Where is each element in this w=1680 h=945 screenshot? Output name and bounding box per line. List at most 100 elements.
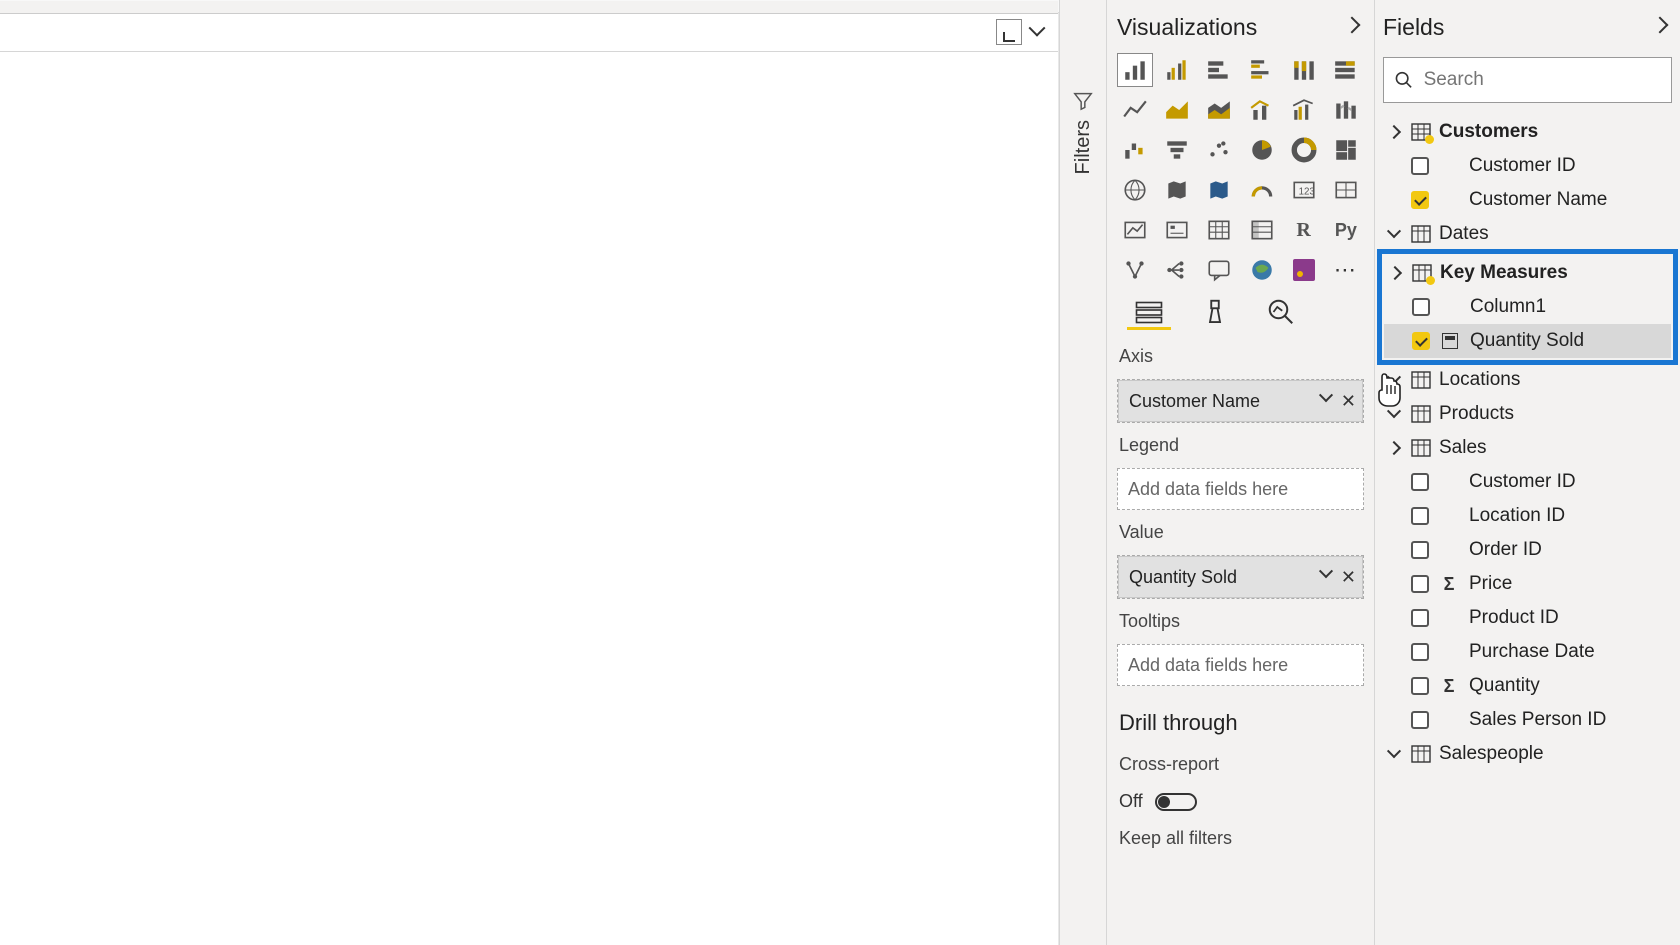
fields-tree: Customers Customer ID Customer Name Date… [1383,115,1672,771]
viz-gauge-icon[interactable] [1244,173,1280,207]
fields-tab-icon[interactable] [1127,299,1171,330]
table-customers[interactable]: Customers [1383,115,1672,149]
viz-filled-map-icon[interactable] [1159,173,1195,207]
field-sales-purchasedate[interactable]: Purchase Date [1383,635,1672,669]
viz-line-stacked-icon[interactable] [1244,93,1280,127]
checkbox-icon[interactable] [1411,677,1429,695]
viz-kpi-icon[interactable] [1117,213,1153,247]
viz-donut-icon[interactable] [1286,133,1322,167]
viz-100-stacked-bar-icon[interactable] [1286,53,1322,87]
table-locations[interactable]: Locations [1383,363,1672,397]
viz-ribbon-icon[interactable] [1328,93,1364,127]
viz-line-icon[interactable] [1117,93,1153,127]
checkbox-icon[interactable] [1411,711,1429,729]
field-sales-price[interactable]: ΣPrice [1383,567,1672,601]
table-products[interactable]: Products [1383,397,1672,431]
remove-field-icon[interactable]: ✕ [1341,391,1356,412]
axis-dropzone[interactable]: Customer Name ✕ [1117,379,1364,423]
filters-pane-collapsed[interactable]: Filters [1059,0,1107,945]
viz-map-icon[interactable] [1117,173,1153,207]
viz-python-icon[interactable]: Py [1328,213,1364,247]
table-dates[interactable]: Dates [1383,217,1672,251]
format-tab-icon[interactable] [1193,299,1237,330]
viz-stacked-bar-icon[interactable] [1117,53,1153,87]
field-wells: Axis Customer Name ✕ Legend Add data fie… [1117,338,1364,857]
viz-matrix-icon[interactable] [1244,213,1280,247]
table-icon [1411,371,1431,389]
checkbox-icon[interactable] [1412,298,1430,316]
viz-pie-icon[interactable] [1244,133,1280,167]
viz-multi-card-icon[interactable] [1328,173,1364,207]
checkbox-checked-icon[interactable] [1411,191,1429,209]
viz-stacked-area-icon[interactable] [1201,93,1237,127]
field-sales-customerid[interactable]: Customer ID [1383,465,1672,499]
remove-field-icon[interactable]: ✕ [1341,567,1356,588]
table-icon [1412,264,1432,282]
checkbox-checked-icon[interactable] [1412,332,1430,350]
viz-more-icon[interactable]: ⋯ [1328,253,1364,287]
tooltips-dropzone[interactable]: Add data fields here [1117,644,1364,686]
viz-powerapps-icon[interactable] [1286,253,1322,287]
viz-arcgis-icon[interactable] [1244,253,1280,287]
checkbox-icon[interactable] [1411,609,1429,627]
search-input[interactable] [1424,69,1661,91]
legend-dropzone[interactable]: Add data fields here [1117,468,1364,510]
value-field-name: Quantity Sold [1129,567,1237,588]
chevron-down-icon[interactable] [1321,569,1337,585]
viz-scatter-icon[interactable] [1201,133,1237,167]
collapse-viz-icon[interactable] [1346,19,1364,37]
checkbox-icon[interactable] [1411,157,1429,175]
viz-area-icon[interactable] [1159,93,1195,127]
viz-clustered-bar-icon[interactable] [1159,53,1195,87]
field-customers-customername[interactable]: Customer Name [1383,183,1672,217]
field-sales-productid[interactable]: Product ID [1383,601,1672,635]
cross-report-toggle[interactable] [1155,793,1197,811]
value-field-chip[interactable]: Quantity Sold ✕ [1118,556,1363,598]
viz-clustered-column-icon[interactable] [1244,53,1280,87]
checkbox-icon[interactable] [1411,575,1429,593]
viz-qna-icon[interactable] [1201,253,1237,287]
axis-field-name: Customer Name [1129,391,1260,412]
canvas-mode-icon[interactable] [996,19,1022,45]
viz-decomposition-icon[interactable] [1159,253,1195,287]
viz-line-clustered-icon[interactable] [1286,93,1322,127]
field-keymeasures-column1[interactable]: Column1 [1384,290,1671,324]
viz-slicer-icon[interactable] [1159,213,1195,247]
viz-stacked-column-icon[interactable] [1201,53,1237,87]
value-dropzone[interactable]: Quantity Sold ✕ [1117,555,1364,599]
field-sales-locationid[interactable]: Location ID [1383,499,1672,533]
field-keymeasures-quantitysold[interactable]: Quantity Sold [1384,324,1671,358]
chevron-expand-icon [1385,439,1403,457]
chevron-down-icon[interactable] [1321,393,1337,409]
checkbox-icon[interactable] [1411,541,1429,559]
viz-treemap-icon[interactable] [1328,133,1364,167]
chevron-collapse-icon [1385,745,1403,763]
fields-pane: Fields Customers Customer ID Customer Na… [1375,0,1680,945]
fields-search[interactable] [1383,57,1672,103]
viz-shape-map-icon[interactable] [1201,173,1237,207]
table-sales[interactable]: Sales [1383,431,1672,465]
viz-table-icon[interactable] [1201,213,1237,247]
viz-r-script-icon[interactable]: R [1286,213,1322,247]
field-sales-quantity[interactable]: ΣQuantity [1383,669,1672,703]
report-canvas[interactable] [0,12,1059,945]
fields-title: Fields [1383,14,1444,41]
chevron-expand-icon [1386,264,1404,282]
table-salespeople[interactable]: Salespeople [1383,737,1672,771]
axis-field-chip[interactable]: Customer Name ✕ [1118,380,1363,422]
viz-waterfall-icon[interactable] [1117,133,1153,167]
table-key-measures[interactable]: Key Measures [1384,256,1671,290]
field-sales-salespersonid[interactable]: Sales Person ID [1383,703,1672,737]
viz-100-stacked-column-icon[interactable] [1328,53,1364,87]
checkbox-icon[interactable] [1411,643,1429,661]
collapse-fields-icon[interactable] [1654,19,1672,37]
viz-funnel-icon[interactable] [1159,133,1195,167]
checkbox-icon[interactable] [1411,507,1429,525]
checkbox-icon[interactable] [1411,473,1429,491]
viz-card-icon[interactable]: 123 [1286,173,1322,207]
field-sales-orderid[interactable]: Order ID [1383,533,1672,567]
field-customers-customerid[interactable]: Customer ID [1383,149,1672,183]
viz-key-influencer-icon[interactable] [1117,253,1153,287]
canvas-dropdown-icon[interactable] [1026,20,1050,44]
analytics-tab-icon[interactable] [1259,299,1303,330]
